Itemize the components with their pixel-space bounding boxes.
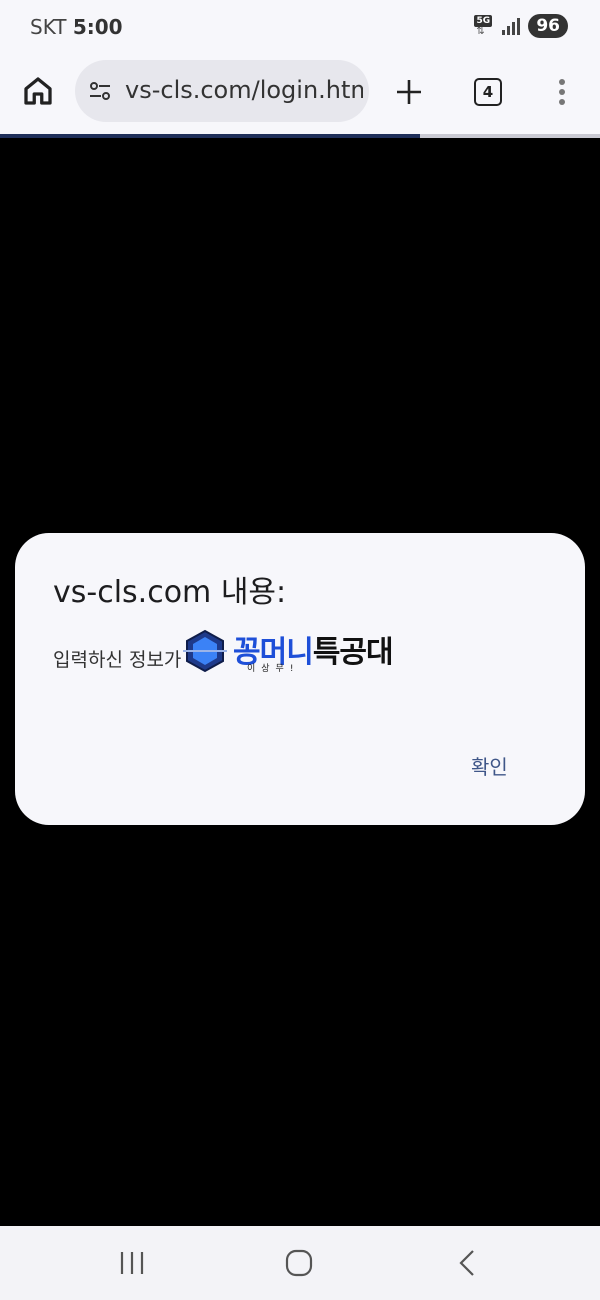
more-vert-icon[interactable] bbox=[553, 76, 571, 108]
system-nav-bar bbox=[0, 1226, 600, 1300]
browser-toolbar: vs-cls.com/login.html 4 bbox=[0, 56, 600, 134]
watermark-logo: 꽁머니특공대 이상무! bbox=[183, 627, 423, 674]
signal-strength-icon bbox=[502, 17, 521, 35]
url-text[interactable]: vs-cls.com/login.html bbox=[125, 76, 363, 104]
plus-icon[interactable] bbox=[393, 76, 425, 108]
carrier-label: SKT bbox=[30, 15, 67, 39]
site-settings-icon[interactable] bbox=[87, 78, 113, 104]
watermark-title-part2: 특공대 bbox=[312, 635, 394, 670]
shield-emblem-icon bbox=[183, 629, 227, 673]
dialog-ok-button[interactable]: 확인 bbox=[459, 747, 520, 784]
recents-icon[interactable] bbox=[118, 1250, 146, 1276]
status-icons: 5G ⇅ 96 bbox=[474, 14, 568, 38]
home-icon[interactable] bbox=[20, 73, 56, 109]
watermark-subtitle: 이상무! bbox=[247, 664, 300, 674]
back-icon[interactable] bbox=[456, 1248, 478, 1278]
alert-dialog: vs-cls.com 내용: 입력하신 정보가 확인 bbox=[15, 533, 585, 825]
clock: 5:00 bbox=[72, 15, 123, 39]
status-bar: SKT 5:00 5G ⇅ 96 bbox=[0, 0, 600, 56]
data-arrows-icon: ⇅ bbox=[476, 26, 485, 37]
dialog-message: 입력하신 정보가 bbox=[53, 649, 182, 671]
address-bar[interactable]: vs-cls.com/login.html bbox=[75, 60, 369, 122]
page-load-progress-fill bbox=[0, 134, 420, 138]
nav-home-icon[interactable] bbox=[284, 1248, 314, 1278]
tab-switcher-button[interactable]: 4 bbox=[474, 78, 502, 106]
dialog-title: vs-cls.com 내용: bbox=[53, 575, 287, 610]
network-5g-icon: 5G ⇅ bbox=[474, 14, 494, 38]
battery-indicator: 96 bbox=[528, 14, 568, 38]
page-load-progress bbox=[0, 134, 600, 138]
status-carrier-time: SKT 5:00 bbox=[30, 15, 123, 39]
